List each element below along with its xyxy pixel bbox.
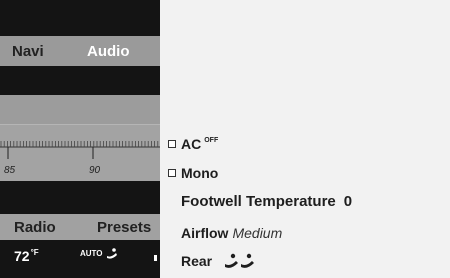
rear-label: Rear xyxy=(181,253,213,269)
rear-item[interactable]: Rear xyxy=(181,253,258,269)
ac-toggle[interactable]: AC OFF xyxy=(168,136,218,152)
presets-button[interactable]: Presets xyxy=(97,219,151,236)
bottom-function-bar: Radio Presets xyxy=(0,214,160,240)
radio-button[interactable]: Radio xyxy=(14,219,56,236)
main-nav-bar: Navi Audio xyxy=(0,36,160,66)
footwell-value: 0 xyxy=(343,193,353,210)
climate-auto-mode[interactable]: AUTO xyxy=(80,248,119,260)
head-unit-display: Navi Audio 85 90 Radio Presets 72°F AUTO xyxy=(0,0,160,278)
airflow-item[interactable]: Airflow Medium xyxy=(181,225,282,241)
auto-mode-label: AUTO xyxy=(80,249,103,259)
airflow-value: Medium xyxy=(232,225,283,241)
airflow-icon xyxy=(106,248,117,259)
mono-toggle[interactable]: Mono xyxy=(168,165,218,181)
temperature-display: 72°F xyxy=(14,248,39,264)
scale-label-85: 85 xyxy=(4,165,16,176)
mono-checkbox[interactable] xyxy=(168,169,176,177)
mono-label: Mono xyxy=(181,165,219,181)
status-indicator xyxy=(154,255,157,261)
ac-label: AC xyxy=(181,136,202,152)
scale-label-90: 90 xyxy=(89,165,101,176)
ac-checkbox[interactable] xyxy=(168,140,176,148)
airflow-label: Airflow xyxy=(181,225,229,241)
rear-airflow-icon xyxy=(225,253,255,268)
frequency-scale[interactable]: 85 90 xyxy=(0,124,160,181)
nav-item-navi[interactable]: Navi xyxy=(12,43,44,60)
temperature-value: 72 xyxy=(14,248,30,264)
nav-item-audio[interactable]: Audio xyxy=(87,43,130,60)
ac-state: OFF xyxy=(204,137,219,144)
footwell-temperature-item[interactable]: Footwell Temperature 0 xyxy=(181,193,352,210)
frequency-scale-ticks xyxy=(0,141,160,159)
temperature-unit: °F xyxy=(30,248,39,257)
climate-menu: AC OFF Mono Footwell Temperature 0 Airflow… xyxy=(163,0,450,278)
footwell-label: Footwell Temperature xyxy=(181,193,336,210)
station-info-band xyxy=(0,95,160,124)
